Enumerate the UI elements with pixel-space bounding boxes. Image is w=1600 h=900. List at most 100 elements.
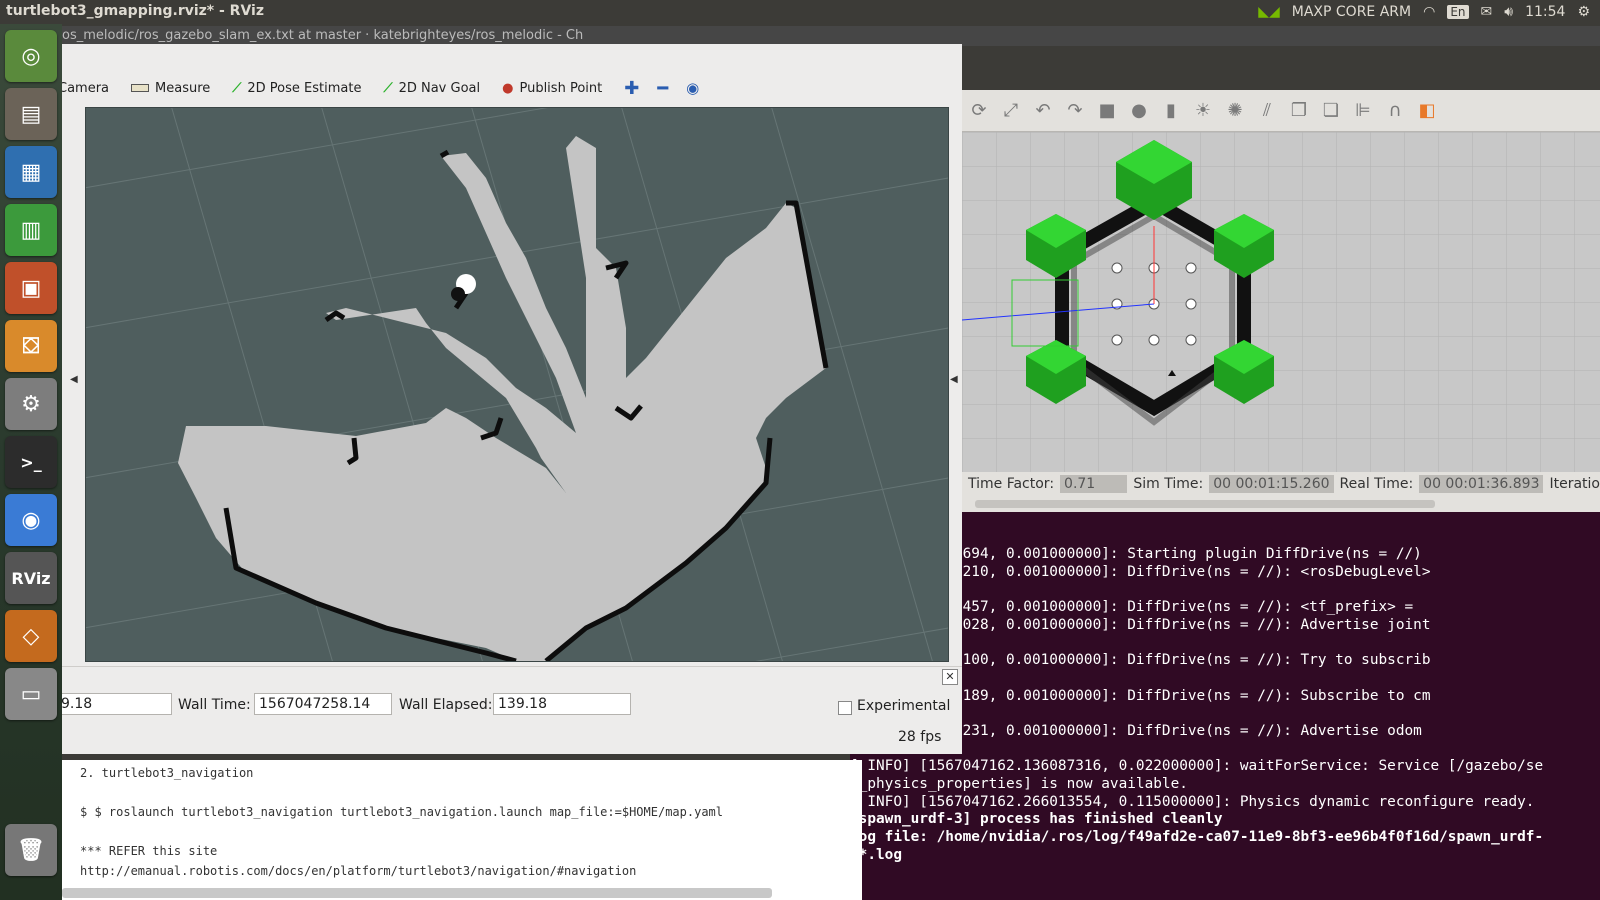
tool-2d-nav-goal[interactable]: ⟋ 2D Nav Goal [383, 81, 480, 96]
copy-icon[interactable]: ❐ [1288, 100, 1310, 122]
ros-elapsed-field[interactable]: 9.18 [62, 693, 172, 715]
sim-time-value: 00 00:01:15.260 [1209, 475, 1334, 493]
collapse-right-arrow-icon[interactable]: ◀ [950, 374, 958, 385]
align-icon[interactable]: ⊫ [1352, 100, 1374, 122]
power-gear-icon[interactable]: ⚙ [1577, 4, 1590, 20]
rviz-icon-label: RViz [11, 568, 51, 588]
collapse-left-arrow-icon[interactable]: ◀ [70, 374, 78, 385]
rtf-value: 0.71 [1060, 475, 1128, 493]
snap-icon[interactable]: ∩ [1384, 100, 1406, 122]
gpu-label[interactable]: MAXP CORE ARM [1292, 4, 1411, 20]
wall-time-field[interactable]: 1567047258.14 [254, 693, 392, 715]
sun-light-icon[interactable]: ☀ [1192, 100, 1214, 122]
keyboard-layout[interactable]: En [1447, 5, 1469, 19]
browser-tab-strip: os_melodic/ros_gazebo_slam_ex.txt at mas… [62, 26, 1600, 46]
rtf-label: Time Factor: [968, 476, 1055, 492]
terminal-icon[interactable]: >_ [5, 436, 57, 488]
tool-publish-point[interactable]: ● Publish Point [502, 81, 602, 96]
map-pin-icon: ● [502, 80, 514, 96]
terminal-line: [ INFO] [1567047162.136087316, 0.0220000… [850, 758, 1544, 774]
calc-icon[interactable]: ▥ [5, 204, 57, 256]
impress-icon[interactable]: ▣ [5, 262, 57, 314]
ubuntu-dash-icon[interactable]: ◎ [5, 30, 57, 82]
point-light-icon[interactable]: ✺ [1224, 100, 1246, 122]
undo-icon[interactable]: ↶ [1032, 100, 1054, 122]
editor-scrollbar[interactable] [62, 888, 772, 898]
close-icon[interactable]: ✕ [942, 669, 958, 685]
browser-tab-title[interactable]: os_melodic/ros_gazebo_slam_ex.txt at mas… [62, 28, 583, 43]
directional-light-icon[interactable]: ⫽ [1256, 100, 1278, 122]
gazebo-scene[interactable] [962, 132, 1600, 472]
remove-tool-button[interactable]: ━ [657, 78, 668, 99]
writer-icon[interactable]: ▦ [5, 146, 57, 198]
occupancy-map [86, 108, 948, 661]
add-tool-button[interactable]: ✚ [624, 78, 639, 99]
window-title: turtlebot3_gmapping.rviz* - RViz [6, 3, 265, 19]
iterations-label: Iteratio [1549, 476, 1600, 492]
tool-measure[interactable]: Measure [131, 81, 210, 96]
editor-line: 2. turtlebot3_navigation [80, 766, 254, 780]
redo-icon[interactable]: ↷ [1064, 100, 1086, 122]
tool-camera-label: Camera [62, 80, 110, 96]
system-tray: ◣◢ MAXP CORE ARM ◠ En ✉ 🔊︎ 11:54 ⚙ [1258, 0, 1600, 24]
real-time-label: Real Time: [1339, 476, 1414, 492]
tool-publish-point-label: Publish Point [519, 80, 603, 96]
gazebo-scrollbar[interactable] [975, 500, 1435, 508]
camera-view-icon[interactable]: ◧ [1416, 100, 1438, 122]
wall-elapsed-field[interactable]: 139.18 [493, 693, 631, 715]
experimental-label: Experimental [857, 698, 951, 714]
wall-elapsed-label: Wall Elapsed: [399, 697, 493, 713]
tool-properties-eye-icon[interactable]: ◉ [686, 79, 699, 97]
settings-icon[interactable]: ⚙ [5, 378, 57, 430]
fps-readout: 28 fps [898, 729, 942, 745]
drive-icon[interactable]: ▭ [5, 668, 57, 720]
green-arrow-icon: ⟋ [383, 80, 393, 96]
nvidia-icon[interactable]: ◣◢ [1258, 4, 1280, 20]
file-manager-icon[interactable]: ▤ [5, 88, 57, 140]
tool-2d-pose-estimate-label: 2D Pose Estimate [247, 80, 362, 96]
volume-icon[interactable]: 🔊︎ [1504, 4, 1513, 20]
free-space [178, 136, 826, 661]
gazebo-icon[interactable]: ◇ [5, 610, 57, 662]
tool-measure-label: Measure [155, 80, 211, 96]
gazebo-status-bar: Time Factor: 0.71 Sim Time: 00 00:01:15.… [962, 472, 1600, 496]
gazebo-world-render [962, 132, 1600, 472]
editor-line: *** REFER this site [80, 844, 218, 858]
tool-2d-nav-goal-label: 2D Nav Goal [398, 80, 481, 96]
sim-time-label: Sim Time: [1133, 476, 1204, 492]
terminal-line: [spawn_urdf-3] process has finished clea… [850, 811, 1223, 827]
editor-line: http://emanual.robotis.com/docs/en/platf… [80, 864, 637, 878]
tool-camera[interactable]: Camera [62, 81, 109, 96]
terminal-line: log file: /home/nvidia/.ros/log/f49afd2e… [850, 829, 1544, 845]
sphere-icon[interactable]: ● [1128, 100, 1150, 122]
wall-time-label: Wall Time: [178, 697, 251, 713]
top-panel: turtlebot3_gmapping.rviz* - RViz ◣◢ MAXP… [0, 0, 1600, 24]
box-icon[interactable]: ■ [1096, 100, 1118, 122]
rviz-window[interactable]: Camera Measure ⟋ 2D Pose Estimate ⟋ 2D N… [62, 44, 962, 754]
green-arrow-icon: ⟋ [232, 80, 242, 96]
rviz-3d-view[interactable] [85, 107, 949, 662]
tool-2d-pose-estimate[interactable]: ⟋ 2D Pose Estimate [232, 81, 361, 96]
rotate-icon[interactable]: ⟳ [968, 100, 990, 122]
clock[interactable]: 11:54 [1525, 4, 1565, 20]
scale-icon[interactable]: ⤢ [1000, 100, 1022, 122]
paste-icon[interactable]: ❏ [1320, 100, 1342, 122]
rviz-toolbar: Camera Measure ⟋ 2D Pose Estimate ⟋ 2D N… [62, 68, 962, 108]
terminal-line: t_physics_properties] is now available. [850, 776, 1188, 792]
wifi-icon[interactable]: ◠ [1423, 4, 1435, 20]
terminal-line: [ INFO] [1567047162.266013554, 0.1150000… [850, 794, 1535, 810]
trash-icon[interactable]: 🗑︎ [5, 824, 57, 876]
cylinder-icon[interactable]: ▮ [1160, 100, 1182, 122]
editor-line: $ $ roslaunch turtlebot3_navigation turt… [80, 805, 723, 819]
time-panel: ✕ 9.18 Wall Time: 1567047258.14 Wall Ela… [62, 666, 962, 754]
chromium-icon[interactable]: ◉ [5, 494, 57, 546]
experimental-checkbox[interactable] [838, 701, 852, 715]
mail-icon[interactable]: ✉ [1481, 4, 1493, 20]
text-editor[interactable]: 2. turtlebot3_navigation $ $ roslaunch t… [62, 760, 862, 900]
software-center-icon[interactable]: ⛋ [5, 320, 57, 372]
rviz-icon[interactable]: RViz [5, 552, 57, 604]
robot-marker [451, 274, 476, 301]
terminal-window[interactable]: 047162.064333694, 0.001000000]: Starting… [850, 512, 1600, 900]
real-time-value: 00 00:01:36.893 [1419, 475, 1544, 493]
ruler-icon [131, 84, 150, 92]
